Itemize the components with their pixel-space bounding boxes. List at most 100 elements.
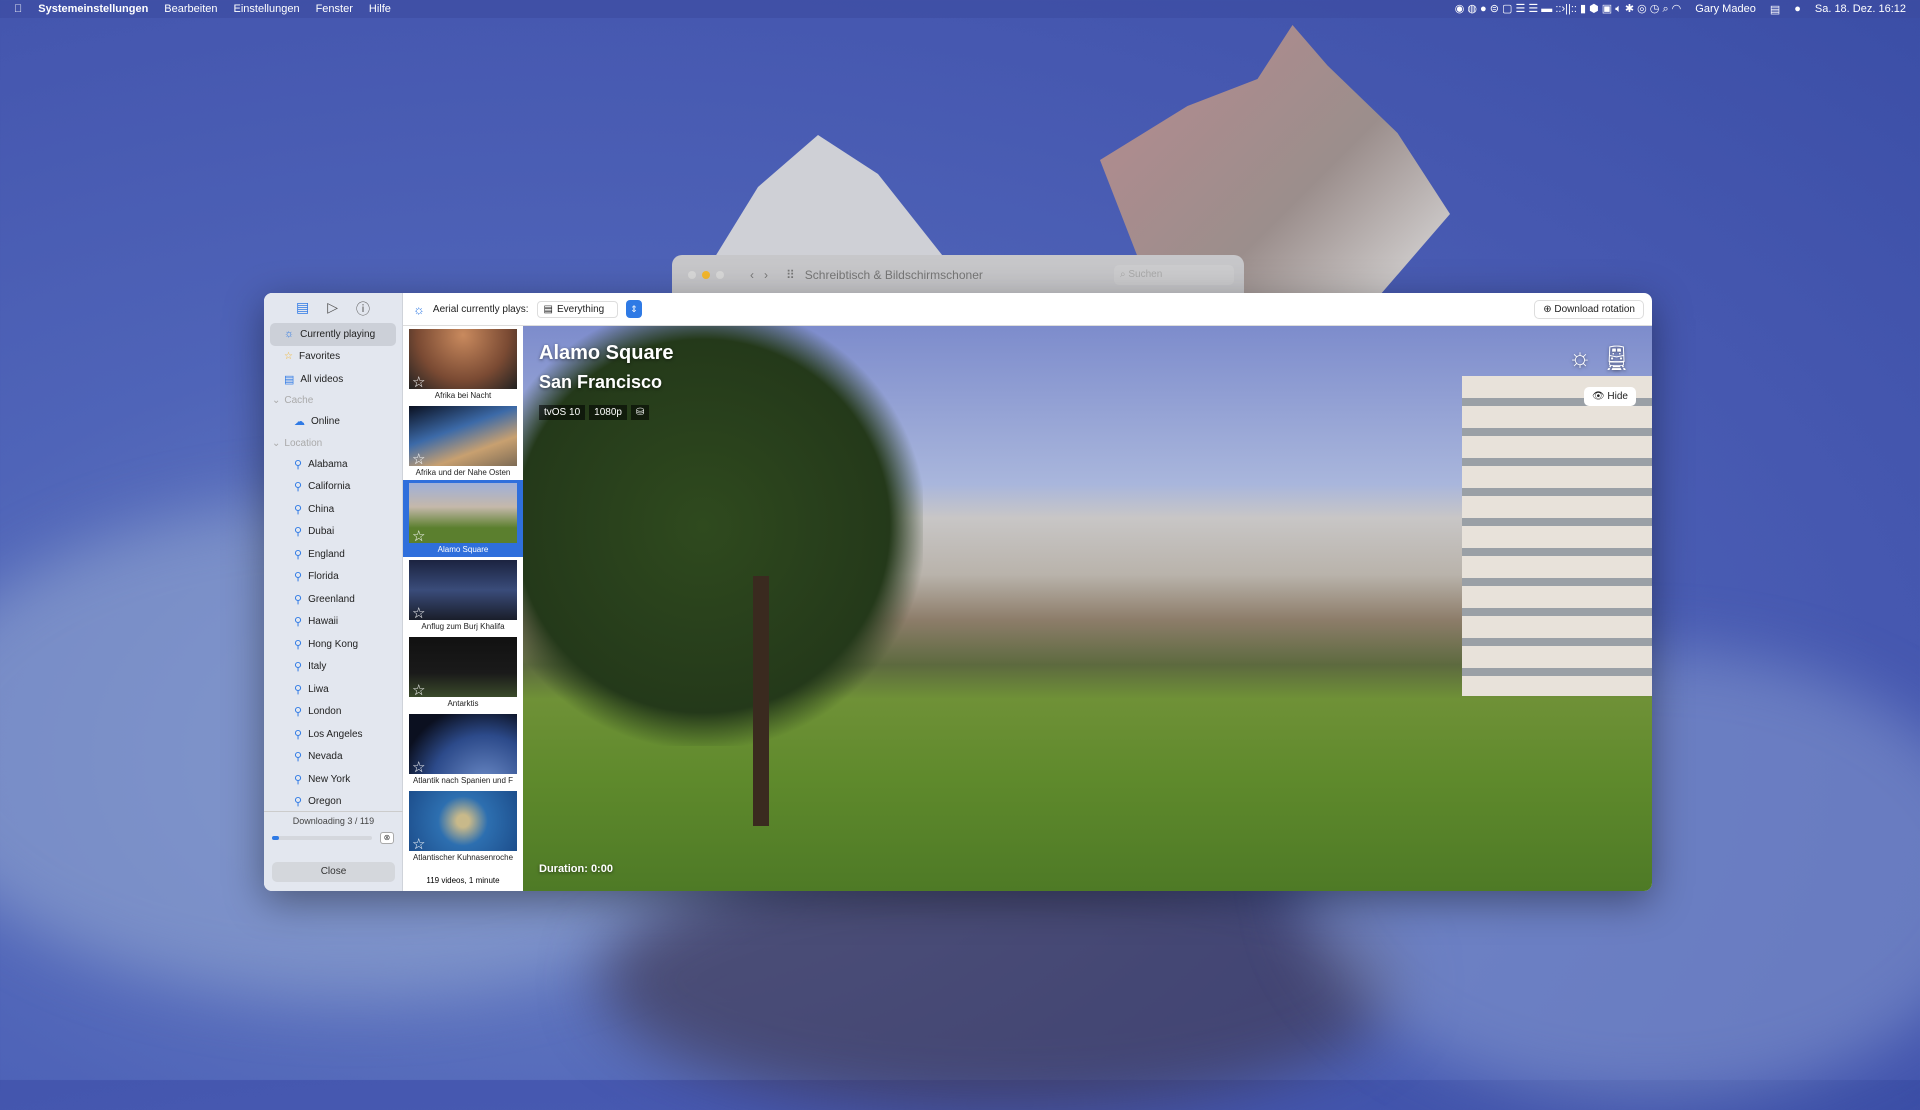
star-icon[interactable]: ☆ bbox=[412, 681, 425, 699]
cancel-download-button[interactable]: ⊗ bbox=[380, 832, 394, 844]
thumbnail-image: ☆ bbox=[409, 329, 517, 391]
star-icon[interactable]: ☆ bbox=[412, 604, 425, 622]
menu-fenster[interactable]: Fenster bbox=[316, 3, 353, 15]
sun-icon: ☼ bbox=[284, 328, 295, 341]
play-tab-icon[interactable]: ▷ bbox=[327, 299, 338, 323]
thumbnail-title: Afrika bei Nacht bbox=[434, 391, 492, 400]
sidebar-item-location[interactable]: ⚲ Los Angeles bbox=[264, 723, 402, 746]
sidebar-item-online[interactable]: ☁ Online bbox=[264, 411, 402, 434]
group-location[interactable]: ⌄ Location bbox=[264, 433, 402, 453]
thumbnail-title: Antarktis bbox=[447, 699, 479, 708]
thumbnail-title: Alamo Square bbox=[437, 545, 489, 554]
menu-einstellungen[interactable]: Einstellungen bbox=[234, 3, 300, 15]
sidebar: ▤ ▷ ⓘ ☼ Currently playing ☆ Favorites ▤ All v… bbox=[264, 293, 403, 891]
sidebar-item-location[interactable]: ⚲ England bbox=[264, 543, 402, 566]
menu-hilfe[interactable]: Hilfe bbox=[369, 3, 391, 15]
background-settings-window: ‹ › ⠿ Schreibtisch & Bildschirmschoner ⌕… bbox=[672, 255, 1244, 295]
info-tab-icon[interactable]: ⓘ bbox=[356, 299, 370, 323]
playlist-select[interactable]: ▤ Everything bbox=[536, 300, 618, 318]
pin-icon: ⚲ bbox=[294, 593, 303, 606]
label: Download rotation bbox=[1554, 303, 1635, 315]
star-icon[interactable]: ☆ bbox=[412, 450, 425, 468]
thumbnail-item[interactable]: ☆ Afrika und der Nahe Osten bbox=[403, 403, 523, 480]
videos-tab-icon[interactable]: ▤ bbox=[296, 299, 309, 323]
sidebar-item-location[interactable]: ⚲ Liwa bbox=[264, 678, 402, 701]
label: Currently playing bbox=[300, 328, 376, 340]
back-forward-icon[interactable]: ‹ › bbox=[750, 268, 768, 282]
pin-icon: ⚲ bbox=[294, 503, 303, 516]
video-list[interactable]: ☆ Afrika bei Nacht ☆ Afrika und der Nahe Os… bbox=[403, 326, 523, 891]
select-stepper[interactable]: ⇕ bbox=[625, 300, 642, 318]
sidebar-item-favorites[interactable]: ☆ Favorites bbox=[264, 346, 402, 369]
sidebar-item-location[interactable]: ⚲ California bbox=[264, 476, 402, 499]
zoom-light[interactable] bbox=[716, 271, 724, 279]
sidebar-item-location[interactable]: ⚲ Italy bbox=[264, 656, 402, 679]
label: London bbox=[308, 706, 342, 718]
sun-icon: ☼ bbox=[413, 301, 425, 317]
thumbnail-image: ☆ bbox=[409, 637, 517, 699]
thumbnail-image: ☆ bbox=[409, 406, 517, 468]
clock[interactable]: Sa. 18. Dez. 16:12 bbox=[1815, 3, 1906, 15]
drive-icon: ⛁ bbox=[630, 405, 650, 420]
sidebar-item-location[interactable]: ⚲ London bbox=[264, 701, 402, 724]
search-field[interactable]: ⌕ Suchen bbox=[1114, 265, 1234, 285]
pin-icon: ⚲ bbox=[294, 481, 303, 494]
label: Liwa bbox=[308, 683, 329, 695]
brightness-icon[interactable]: ☼ bbox=[1568, 342, 1592, 373]
thumbnail-item[interactable]: ☆ Anflug zum Burj Khalifa bbox=[403, 557, 523, 634]
sidebar-item-location[interactable]: ⚲ Oregon bbox=[264, 791, 402, 814]
thumbnail-item[interactable]: ☆ Atlantischer Kuhnasenroche bbox=[403, 788, 523, 865]
hide-button[interactable]: 👁︎ Hide bbox=[1583, 387, 1636, 406]
sidebar-item-location[interactable]: ⚲ Dubai bbox=[264, 521, 402, 544]
sidebar-item-currently-playing[interactable]: ☼ Currently playing bbox=[270, 323, 396, 346]
star-icon[interactable]: ☆ bbox=[412, 758, 425, 776]
sidebar-item-location[interactable]: ⚲ Greenland bbox=[264, 588, 402, 611]
group-cache[interactable]: ⌄ Cache bbox=[264, 391, 402, 411]
thumbnail-item[interactable]: ☆ Atlantik nach Spanien und F bbox=[403, 711, 523, 788]
sidebar-item-location[interactable]: ⚲ Hong Kong bbox=[264, 633, 402, 656]
train-icon[interactable]: 🚆︎ bbox=[1602, 344, 1632, 373]
thumbnail-item[interactable]: ☆ Afrika bei Nacht bbox=[403, 326, 523, 403]
pin-icon: ⚲ bbox=[294, 683, 303, 696]
download-rotation-button[interactable]: ⊕ Download rotation bbox=[1534, 299, 1644, 319]
pin-icon: ⚲ bbox=[294, 661, 303, 674]
thumbnail-item[interactable]: ☆ Alamo Square bbox=[403, 480, 523, 557]
sidebar-item-location[interactable]: ⚲ New York bbox=[264, 768, 402, 791]
menu-app[interactable]: Systemeinstellungen bbox=[38, 3, 148, 15]
pin-icon: ⚲ bbox=[294, 616, 303, 629]
control-center-icon[interactable]: ▤ bbox=[1770, 3, 1780, 16]
star-icon[interactable]: ☆ bbox=[412, 527, 425, 545]
sidebar-item-location[interactable]: ⚲ China bbox=[264, 498, 402, 521]
download-status: Downloading 3 / 119 ⊗ bbox=[264, 811, 403, 844]
user-name[interactable]: Gary Madeo bbox=[1695, 3, 1756, 15]
star-icon[interactable]: ☆ bbox=[412, 373, 425, 391]
close-light[interactable] bbox=[688, 271, 696, 279]
menu-bearbeiten[interactable]: Bearbeiten bbox=[164, 3, 217, 15]
minimize-light[interactable] bbox=[702, 271, 710, 279]
siri-icon[interactable]: ● bbox=[1794, 3, 1801, 15]
video-location: San Francisco bbox=[539, 372, 663, 392]
sidebar-item-location[interactable]: ⚲ Florida bbox=[264, 566, 402, 589]
menu-bar:  Systemeinstellungen Bearbeiten Einstel… bbox=[0, 0, 1920, 18]
label: New York bbox=[308, 773, 351, 785]
thumbnail-image: ☆ bbox=[409, 483, 517, 545]
video-preview: Alamo Square San Francisco tvOS 10 1080p ⛁… bbox=[523, 326, 1652, 891]
star-icon[interactable]: ☆ bbox=[412, 835, 425, 853]
pin-icon: ⚲ bbox=[294, 706, 303, 719]
grid-icon[interactable]: ⠿ bbox=[786, 268, 795, 282]
sidebar-item-location[interactable]: ⚲ Nevada bbox=[264, 746, 402, 769]
thumbnail-item[interactable]: ☆ Antarktis bbox=[403, 634, 523, 711]
star-icon: ☆ bbox=[284, 351, 293, 363]
apple-menu-icon[interactable]:  bbox=[14, 3, 22, 15]
sidebar-item-location[interactable]: ⚲ Alabama bbox=[264, 453, 402, 476]
label: Dubai bbox=[308, 526, 335, 538]
pin-icon: ⚲ bbox=[294, 796, 303, 809]
close-button[interactable]: Close bbox=[272, 862, 395, 882]
status-icons[interactable]: ◉ ◍ ● ⊜ ▢ ☰ ☰ ▬ ::›||:: ▮ ⬢ ▣ 🔈︎ ✱ ◎ ◷ ⌕… bbox=[1455, 2, 1682, 16]
label: Location bbox=[284, 437, 323, 449]
sidebar-item-location[interactable]: ⚲ Hawaii bbox=[264, 611, 402, 634]
sidebar-item-all-videos[interactable]: ▤ All videos bbox=[264, 368, 402, 391]
thumbnail-title: Atlantik nach Spanien und F bbox=[412, 776, 514, 785]
label: Hong Kong bbox=[308, 638, 359, 650]
downloading-text: Downloading 3 / 119 bbox=[292, 816, 375, 826]
